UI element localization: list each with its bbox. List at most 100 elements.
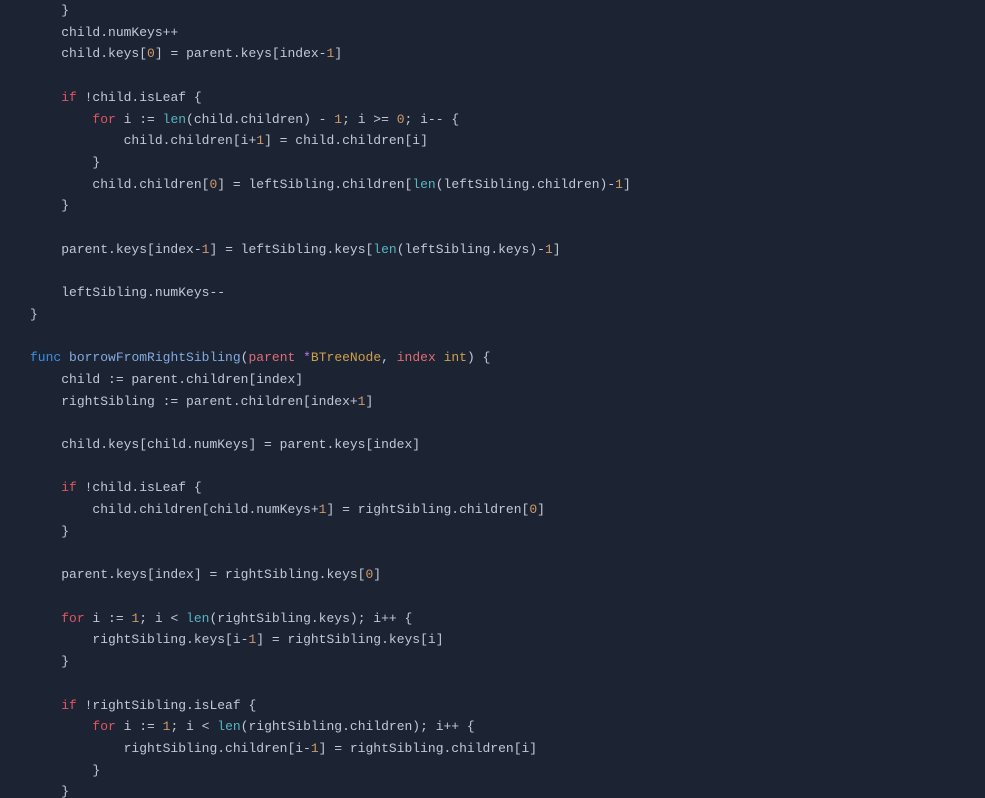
code-token: , — [381, 350, 397, 365]
code-token: child.children[ — [92, 177, 209, 192]
code-token: parent — [248, 350, 295, 365]
code-token: i := — [116, 719, 163, 734]
code-line: func borrowFromRightSibling(parent *BTre… — [30, 347, 985, 369]
code-token: len — [186, 611, 209, 626]
code-line: if !child.isLeaf { — [30, 477, 985, 499]
code-line: } — [30, 760, 985, 782]
code-line — [30, 543, 985, 565]
code-token: ] = rightSibling.keys[i] — [256, 632, 443, 647]
code-token: (rightSibling.children); i++ { — [241, 719, 475, 734]
code-line — [30, 326, 985, 348]
code-token: * — [303, 350, 311, 365]
code-line — [30, 673, 985, 695]
code-line: child.numKeys++ — [30, 22, 985, 44]
code-token — [436, 350, 444, 365]
code-token: 0 — [529, 502, 537, 517]
code-token: func — [30, 350, 61, 365]
code-token: } — [61, 198, 69, 213]
code-token: child.keys[child.numKeys] = parent.keys[… — [61, 437, 420, 452]
code-line: parent.keys[index] = rightSibling.keys[0… — [30, 564, 985, 586]
code-line: for i := 1; i < len(rightSibling.keys); … — [30, 608, 985, 630]
code-token: } — [61, 3, 69, 18]
code-token: ] = rightSibling.children[i] — [319, 741, 537, 756]
code-token: ] = rightSibling.children[ — [326, 502, 529, 517]
code-token: for — [92, 112, 115, 127]
code-token: (child.children) - — [186, 112, 334, 127]
code-token — [61, 350, 69, 365]
code-line: if !child.isLeaf { — [30, 87, 985, 109]
code-line: parent.keys[index-1] = leftSibling.keys[… — [30, 239, 985, 261]
code-token: i := — [116, 112, 163, 127]
code-token: ; i < — [139, 611, 186, 626]
code-line — [30, 260, 985, 282]
code-token: 0 — [147, 46, 155, 61]
code-token: } — [61, 784, 69, 798]
code-token: len — [163, 112, 186, 127]
code-token: child.children[child.numKeys+ — [92, 502, 318, 517]
code-token: } — [92, 155, 100, 170]
code-token: child.keys[ — [61, 46, 147, 61]
code-line: child := parent.children[index] — [30, 369, 985, 391]
code-line: } — [30, 152, 985, 174]
code-token: } — [61, 654, 69, 669]
code-line: child.children[child.numKeys+1] = rightS… — [30, 499, 985, 521]
code-line: child.children[i+1] = child.children[i] — [30, 130, 985, 152]
code-token: !rightSibling.isLeaf { — [77, 698, 256, 713]
code-token: ; i < — [170, 719, 217, 734]
code-line: leftSibling.numKeys-- — [30, 282, 985, 304]
code-token: ] — [623, 177, 631, 192]
code-editor-content[interactable]: } child.numKeys++ child.keys[0] = parent… — [0, 0, 985, 798]
code-token: ] — [537, 502, 545, 517]
code-token: 1 — [256, 133, 264, 148]
code-token: for — [92, 719, 115, 734]
code-token: child := parent.children[index] — [61, 372, 303, 387]
code-token — [295, 350, 303, 365]
code-token: if — [61, 90, 77, 105]
code-token: len — [412, 177, 435, 192]
code-token: rightSibling := parent.children[index+ — [61, 394, 357, 409]
code-token: if — [61, 698, 77, 713]
code-token: 1 — [615, 177, 623, 192]
code-token: index — [397, 350, 436, 365]
code-token: len — [373, 242, 396, 257]
code-token: ] = child.children[i] — [264, 133, 428, 148]
code-line: for i := 1; i < len(rightSibling.childre… — [30, 716, 985, 738]
code-line: } — [30, 521, 985, 543]
code-token: i := — [85, 611, 132, 626]
code-line — [30, 586, 985, 608]
code-token: ] — [365, 394, 373, 409]
code-line — [30, 456, 985, 478]
code-token: } — [30, 307, 38, 322]
code-token: (leftSibling.children)- — [436, 177, 615, 192]
code-token: borrowFromRightSibling — [69, 350, 241, 365]
code-token: } — [61, 524, 69, 539]
code-token: 0 — [397, 112, 405, 127]
code-token: (rightSibling.keys); i++ { — [209, 611, 412, 626]
code-token: ) { — [467, 350, 490, 365]
code-line: } — [30, 0, 985, 22]
code-token: rightSibling.keys[i- — [92, 632, 248, 647]
code-token: ; i-- { — [405, 112, 460, 127]
code-line: child.children[0] = leftSibling.children… — [30, 174, 985, 196]
code-token: ] — [373, 567, 381, 582]
code-line: rightSibling.children[i-1] = rightSiblin… — [30, 738, 985, 760]
code-token: 1 — [311, 741, 319, 756]
code-token: (leftSibling.keys)- — [397, 242, 545, 257]
code-token: ] = leftSibling.keys[ — [209, 242, 373, 257]
code-token: 1 — [545, 242, 553, 257]
code-token: leftSibling.numKeys-- — [61, 285, 225, 300]
code-line: for i := len(child.children) - 1; i >= 0… — [30, 109, 985, 131]
code-line: } — [30, 651, 985, 673]
code-token: child.children[i+ — [124, 133, 257, 148]
code-line — [30, 412, 985, 434]
code-token: ] = parent.keys[index- — [155, 46, 327, 61]
code-token: for — [61, 611, 84, 626]
code-token: 1 — [334, 112, 342, 127]
code-token: if — [61, 480, 77, 495]
code-token: rightSibling.children[i- — [124, 741, 311, 756]
code-line: } — [30, 781, 985, 798]
code-line — [30, 217, 985, 239]
code-token: BTreeNode — [311, 350, 381, 365]
code-token: ] — [553, 242, 561, 257]
code-line — [30, 65, 985, 87]
